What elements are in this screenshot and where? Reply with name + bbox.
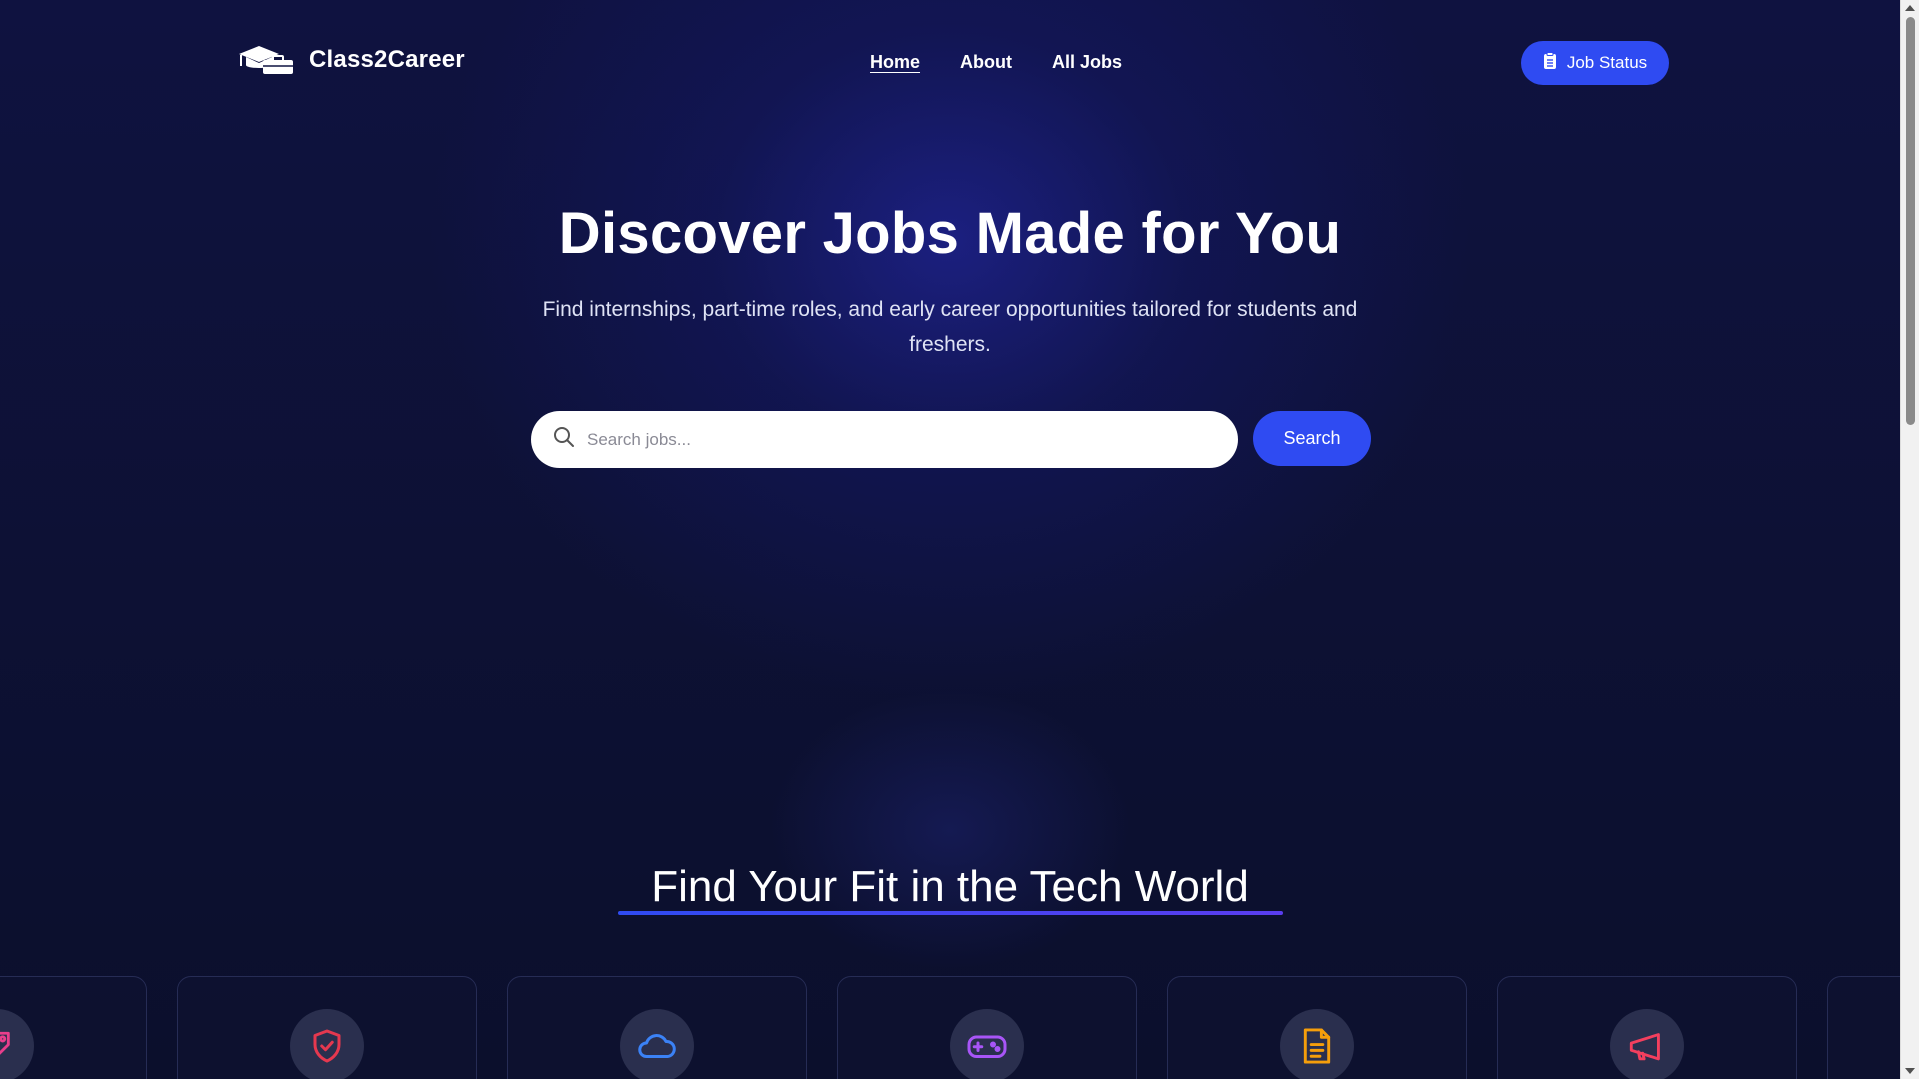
scroll-up-arrow-icon[interactable] [1905,5,1915,11]
nav-link-all-jobs[interactable]: All Jobs [1052,52,1122,73]
brand-logo[interactable]: Class2Career [237,44,465,76]
graduation-cap-icon [237,44,295,76]
gamepad-icon [950,1009,1024,1079]
document-icon [1280,1009,1354,1079]
job-status-label: Job Status [1566,53,1648,72]
tag-icon [0,1009,34,1079]
section-title: Find Your Fit in the Tech World [651,862,1249,911]
category-card-partial[interactable] [1827,976,1900,1079]
category-card-documents[interactable] [1167,976,1467,1079]
brand-name: Class2Career [309,46,465,73]
search-input[interactable] [587,429,1187,450]
category-card-tag[interactable] [0,976,147,1079]
nav-link-about[interactable]: About [960,52,1012,73]
cloud-icon [620,1009,694,1079]
nav-link-home[interactable]: Home [870,52,920,73]
category-card-marketing[interactable] [1497,976,1797,1079]
hero-title: Discover Jobs Made for You [558,201,1342,266]
megaphone-icon [1610,1009,1684,1079]
section-underline [618,911,1283,915]
search-button[interactable]: Search [1253,411,1371,466]
shield-check-icon [290,1009,364,1079]
job-status-button[interactable]: Job Status [1521,41,1669,85]
main-nav: Home About All Jobs [870,52,1122,73]
category-card-security[interactable] [177,976,477,1079]
search-bar [531,411,1238,468]
page: Class2Career Home About All Jobs Job Sta… [0,0,1900,1079]
clipboard-icon [1543,51,1557,75]
page-scrollbar[interactable] [1900,0,1919,1079]
category-card-cloud[interactable] [507,976,807,1079]
scroll-thumb[interactable] [1906,17,1915,425]
scroll-down-arrow-icon[interactable] [1905,1068,1915,1074]
search-icon [553,426,575,453]
category-card-gaming[interactable] [837,976,1137,1079]
hero-subtitle: Find internships, part-time roles, and e… [542,298,1358,356]
